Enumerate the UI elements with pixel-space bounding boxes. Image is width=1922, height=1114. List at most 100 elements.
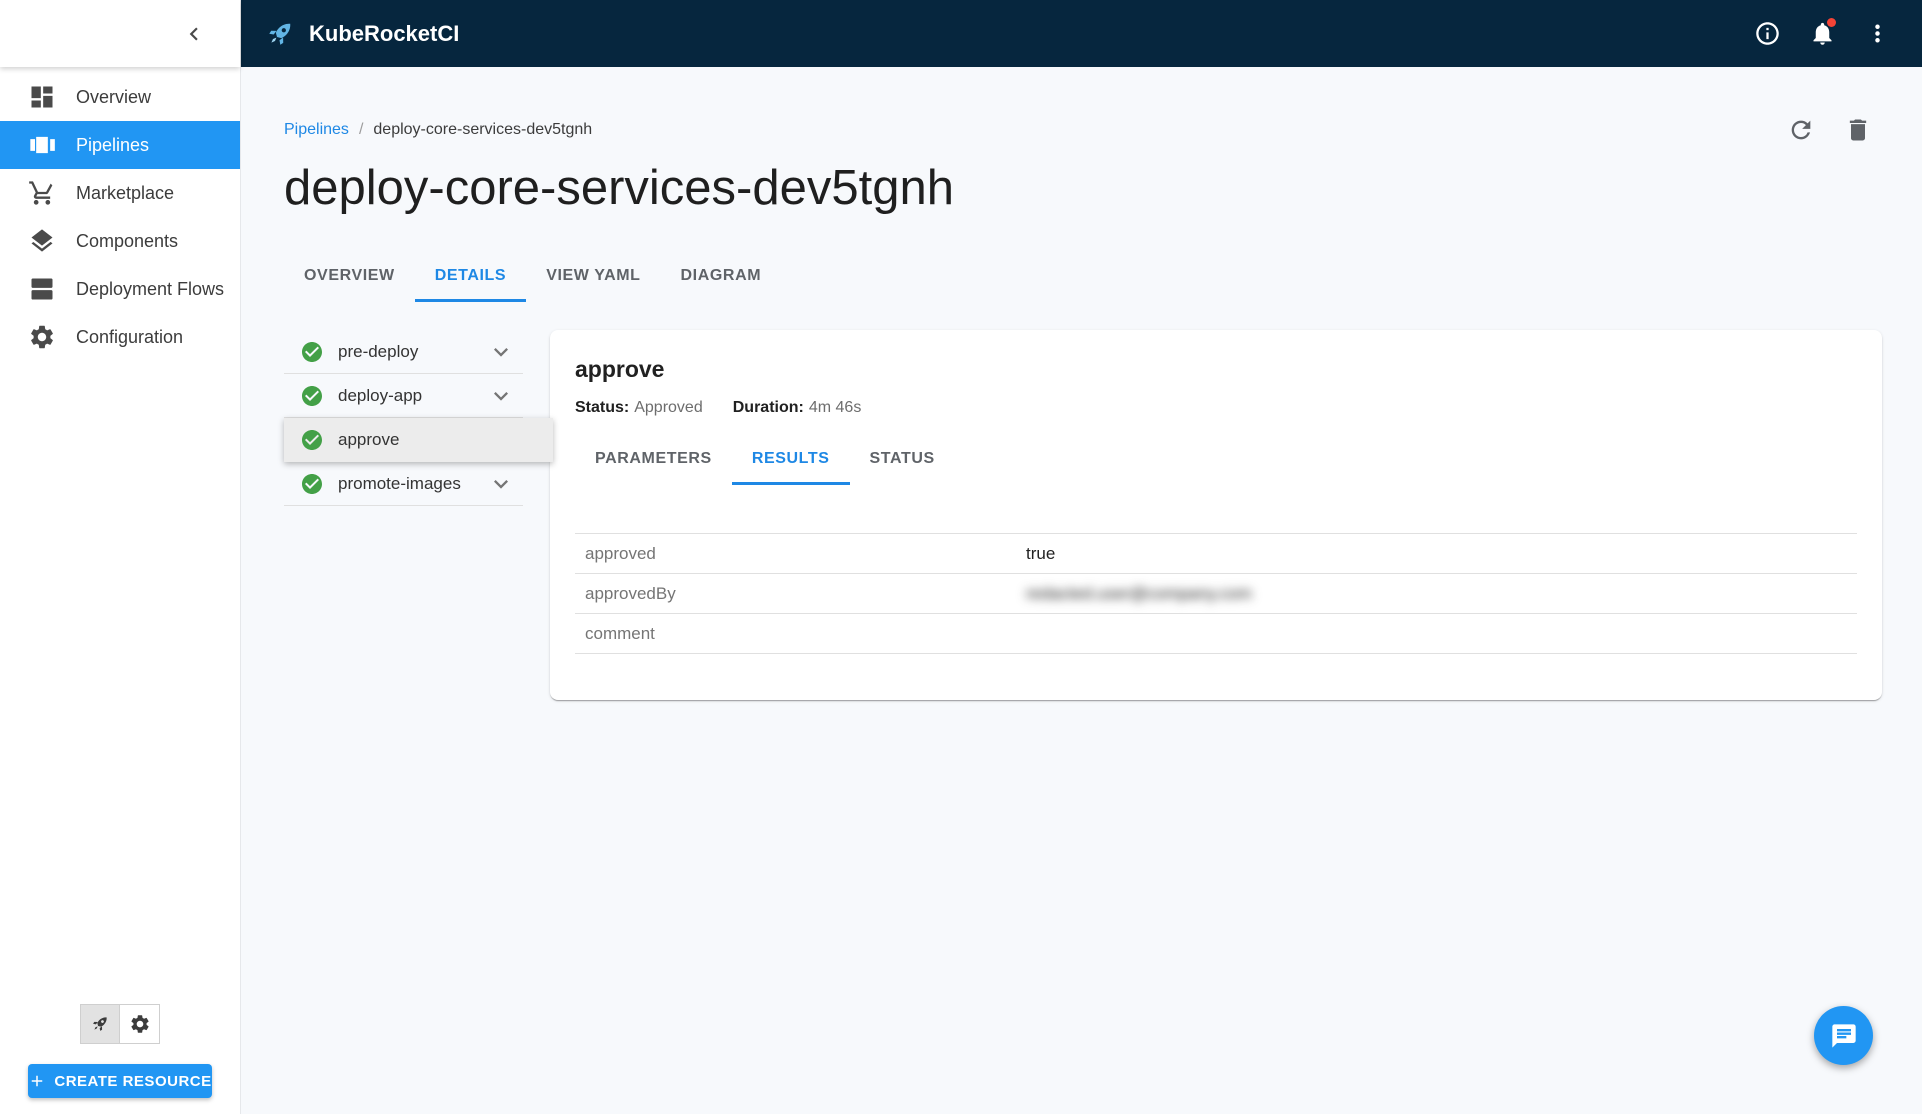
result-key: comment [575,613,1016,654]
result-key: approved [575,533,1016,574]
page-actions [1776,105,1882,154]
create-resource-button[interactable]: CREATE RESOURCE [28,1064,212,1098]
top-bar: KubeRocketCI [241,0,1922,67]
tab-details[interactable]: DETAILS [414,250,527,302]
sidebar: Overview Pipelines Marketplace Component… [0,0,241,1114]
breadcrumb-row: Pipelines / deploy-core-services-dev5tgn… [284,105,1882,154]
stage-item-deploy-app[interactable]: deploy-app [284,374,523,418]
chevron-down-icon[interactable] [487,382,515,410]
sidebar-collapse-button[interactable] [174,14,214,54]
duration-group: Duration: 4m 46s [733,399,862,417]
refresh-button[interactable] [1776,105,1825,154]
duration-label: Duration: [732,399,804,416]
success-check-icon [300,384,324,408]
breadcrumb: Pipelines / deploy-core-services-dev5tgn… [284,121,592,139]
stage-list: pre-deploy deploy-app approve promote-im… [284,330,553,506]
table-row: comment [575,613,1857,654]
table-row: approvedBy redacted.user@company.com [575,573,1857,614]
tab-parameters[interactable]: PARAMETERS [575,433,732,485]
tab-overview[interactable]: OVERVIEW [284,250,415,302]
chevron-down-icon[interactable] [487,470,515,498]
success-check-icon [300,428,324,452]
stage-item-promote-images[interactable]: promote-images [284,462,523,506]
top-bar-actions [1743,9,1902,58]
task-status-line: Status: Approved Duration: 4m 46s [575,399,1857,417]
duration-value: 4m 46s [808,399,862,416]
sidebar-item-label: Components [76,230,179,251]
stage-item-approve[interactable]: approve [284,418,553,462]
sidebar-item-components[interactable]: Components [0,217,240,265]
sidebar-item-label: Deployment Flows [76,278,225,299]
kebab-menu-icon [1864,20,1891,47]
success-check-icon [300,340,324,364]
chevron-down-icon[interactable] [487,338,515,366]
task-title: approve [575,356,665,382]
table-row: approved true [575,533,1857,574]
breadcrumb-pipelines-link[interactable]: Pipelines [284,121,349,139]
tab-view-yaml[interactable]: VIEW YAML [526,250,660,302]
tab-status[interactable]: STATUS [850,433,955,485]
tab-diagram[interactable]: DIAGRAM [661,250,782,302]
sidebar-item-overview[interactable]: Overview [0,73,240,121]
sidebar-item-label: Pipelines [76,134,150,155]
sidebar-item-marketplace[interactable]: Marketplace [0,169,240,217]
sidebar-item-deployment-flows[interactable]: Deployment Flows [0,265,240,313]
widget-toggle-group [0,1004,240,1044]
main-column: KubeRocketCI Pipelines / deploy-core-ser… [241,0,1922,1114]
status-label: Status: [575,399,630,416]
status-value: Approved [634,399,703,416]
stage-label: promote-images [338,473,461,493]
rocket-logo-icon [263,17,297,51]
task-tabs: PARAMETERS RESULTS STATUS [575,433,1857,485]
kebab-menu-button[interactable] [1853,9,1902,58]
chevron-left-icon [181,21,207,47]
result-value: true [1016,533,1857,574]
rocket-toggle-button[interactable] [80,1004,120,1044]
sidebar-item-pipelines[interactable]: Pipelines [0,121,240,169]
stacked-bars-icon [28,275,56,303]
task-detail-card: approve Status: Approved Duration: 4m 46s … [550,330,1882,700]
info-button[interactable] [1743,9,1792,58]
tab-results[interactable]: RESULTS [731,433,850,485]
trash-icon [1844,116,1872,144]
sidebar-item-label: Overview [76,86,152,107]
breadcrumb-current: deploy-core-services-dev5tgnh [373,120,593,138]
refresh-icon [1787,116,1815,144]
layers-icon [28,227,56,255]
breadcrumb-separator: / [358,120,364,138]
page-content: Pipelines / deploy-core-services-dev5tgn… [241,67,1922,1114]
gear-icon [28,323,56,351]
rocket-icon [89,1013,111,1035]
sidebar-item-label: Configuration [76,326,184,347]
chat-icon [1830,1022,1858,1050]
plus-icon [28,1072,46,1090]
sidebar-item-configuration[interactable]: Configuration [0,313,240,361]
sidebar-item-label: Marketplace [76,182,175,203]
results-table: approved true approvedBy redacted.user@c… [575,533,1857,654]
notification-badge-dot [1827,18,1836,27]
chat-fab-button[interactable] [1814,1006,1873,1065]
stage-label: pre-deploy [338,341,419,361]
settings-toggle-button[interactable] [120,1004,160,1044]
pipeline-tabs: OVERVIEW DETAILS VIEW YAML DIAGRAM [284,250,1882,302]
pipelines-icon [28,131,56,159]
stage-label: approve [338,430,400,449]
info-icon [1754,20,1781,47]
status-group: Status: Approved [575,399,703,417]
result-value [1016,613,1857,654]
sidebar-nav: Overview Pipelines Marketplace Component… [0,67,240,361]
notifications-button[interactable] [1798,9,1847,58]
app-name: KubeRocketCI [309,20,460,46]
stage-label: deploy-app [338,385,423,405]
dashboard-icon [28,83,56,111]
stage-item-pre-deploy[interactable]: pre-deploy [284,330,523,374]
cart-icon [28,179,56,207]
app-brand[interactable]: KubeRocketCI [263,17,459,51]
sidebar-header [0,0,240,67]
result-value-redacted: redacted.user@company.com [1016,573,1857,614]
delete-button[interactable] [1833,105,1882,154]
gear-icon [129,1013,151,1035]
details-section: pre-deploy deploy-app approve promote-im… [284,330,1882,760]
create-resource-label: CREATE RESOURCE [54,1072,212,1090]
result-key: approvedBy [575,573,1016,614]
